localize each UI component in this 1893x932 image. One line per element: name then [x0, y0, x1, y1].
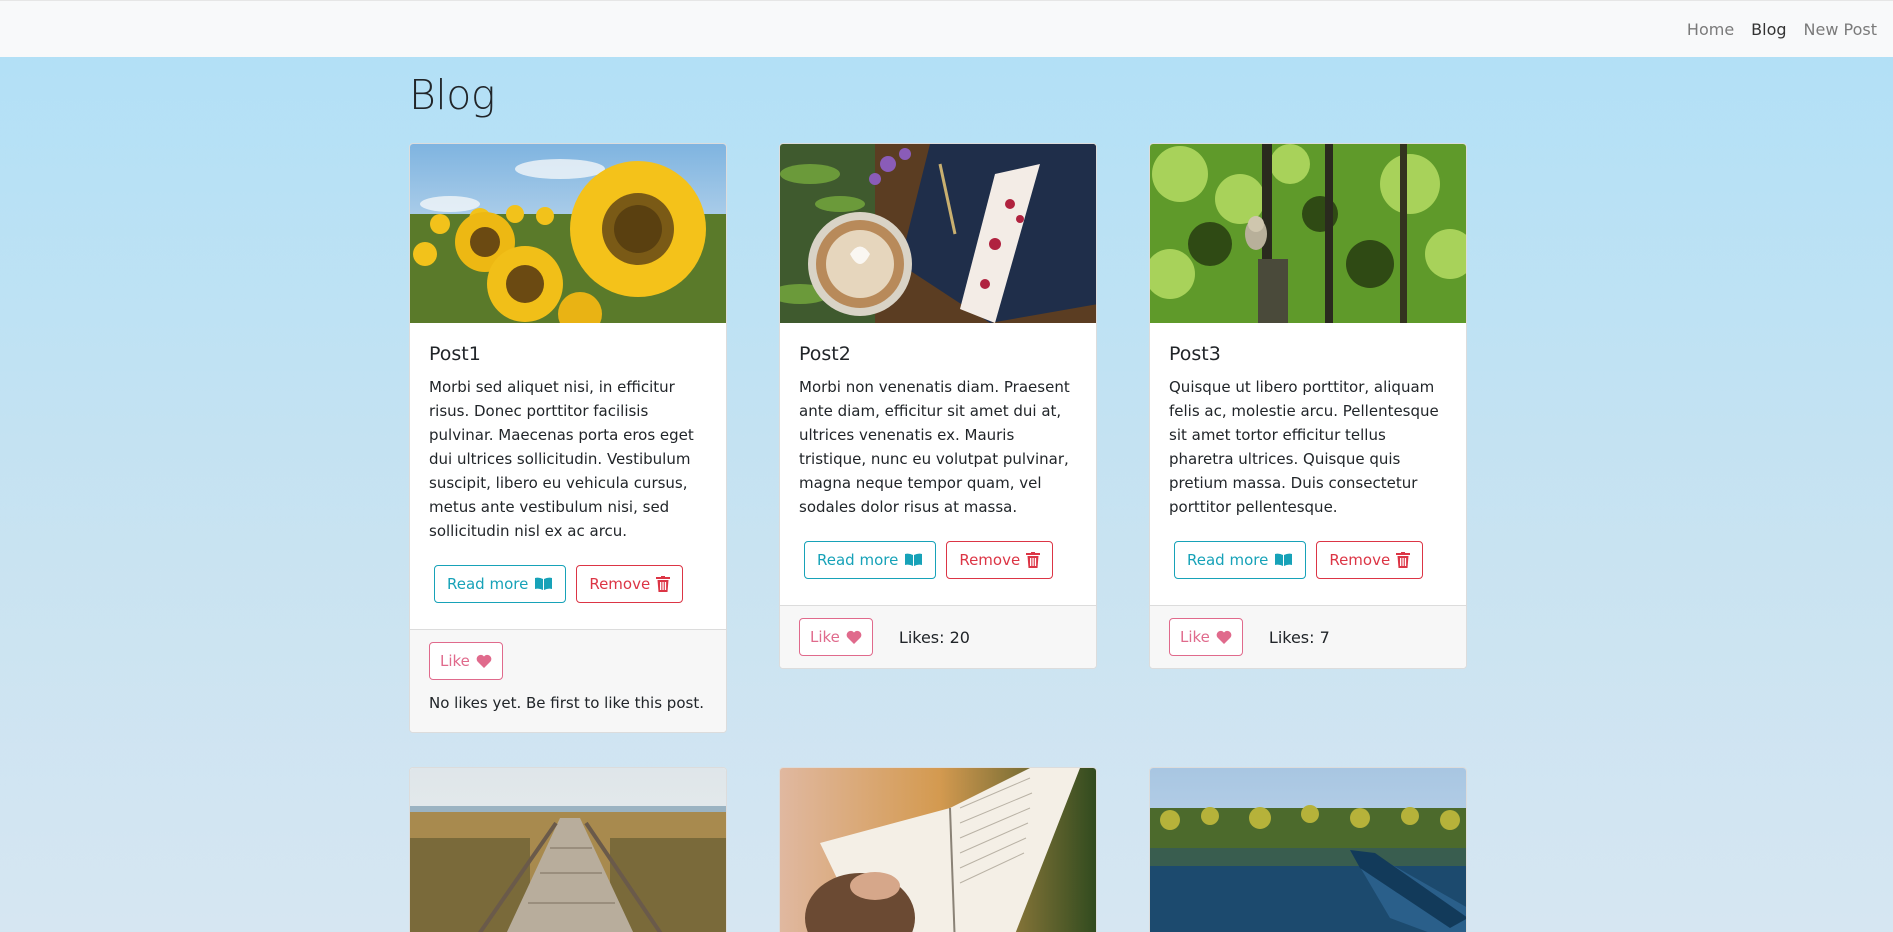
post-title: Post1	[429, 343, 481, 365]
post-text: Morbi sed aliquet nisi, in efficitur ris…	[429, 378, 694, 540]
nav-home[interactable]: Home	[1687, 20, 1734, 39]
post-card: Post2 Morbi non venenatis diam. Praesent…	[779, 143, 1097, 669]
remove-label: Remove	[1329, 551, 1391, 569]
post-card: Post3 Quisque ut libero porttitor, aliqu…	[1149, 143, 1467, 669]
like-button[interactable]: Like	[799, 618, 873, 656]
heart-icon	[1216, 630, 1232, 644]
remove-label: Remove	[959, 551, 1021, 569]
post-image	[410, 144, 726, 323]
remove-button[interactable]: Remove	[576, 565, 684, 603]
post-image	[410, 768, 726, 932]
book-open-icon	[534, 577, 553, 591]
post-image	[1150, 144, 1466, 323]
post-card	[779, 767, 1097, 932]
likes-count: Likes: 20	[898, 627, 970, 647]
remove-button[interactable]: Remove	[946, 541, 1054, 579]
navbar: Home Blog New Post	[0, 0, 1893, 57]
post-image	[780, 144, 1096, 323]
post-footer: Like No likes yet. Be first to like this…	[410, 629, 726, 732]
page-title: Blog	[409, 71, 495, 119]
likes-count: Likes: 7	[1268, 627, 1330, 647]
book-open-icon	[904, 553, 923, 567]
like-label: Like	[810, 628, 840, 646]
post-title: Post2	[799, 343, 851, 365]
post-text: Morbi non venenatis diam. Praesent ante …	[799, 378, 1070, 516]
read-more-button[interactable]: Read more	[1174, 541, 1307, 579]
remove-button[interactable]: Remove	[1316, 541, 1424, 579]
post-card: Post1 Morbi sed aliquet nisi, in efficit…	[409, 143, 727, 733]
remove-label: Remove	[589, 575, 651, 593]
heart-icon	[476, 654, 492, 668]
post-image	[780, 768, 1096, 932]
post-footer: Like Likes: 20	[780, 605, 1096, 668]
like-label: Like	[440, 652, 470, 670]
like-button[interactable]: Like	[429, 642, 503, 680]
post-card	[409, 767, 727, 932]
like-button[interactable]: Like	[1169, 618, 1243, 656]
like-label: Like	[1180, 628, 1210, 646]
read-more-button[interactable]: Read more	[804, 541, 937, 579]
post-footer: Like Likes: 7	[1150, 605, 1466, 668]
nav-blog[interactable]: Blog	[1751, 20, 1786, 39]
book-open-icon	[1274, 553, 1293, 567]
read-more-label: Read more	[1187, 551, 1269, 569]
heart-icon	[846, 630, 862, 644]
read-more-button[interactable]: Read more	[434, 565, 567, 603]
trash-icon	[656, 576, 671, 592]
nav-new-post[interactable]: New Post	[1804, 20, 1877, 39]
post-text: Quisque ut libero porttitor, aliquam fel…	[1169, 378, 1439, 516]
post-card	[1149, 767, 1467, 932]
read-more-label: Read more	[817, 551, 899, 569]
read-more-label: Read more	[447, 575, 529, 593]
post-image	[1150, 768, 1466, 932]
post-title: Post3	[1169, 343, 1221, 365]
trash-icon	[1026, 552, 1041, 568]
trash-icon	[1396, 552, 1411, 568]
likes-status: No likes yet. Be first to like this post…	[429, 694, 704, 712]
